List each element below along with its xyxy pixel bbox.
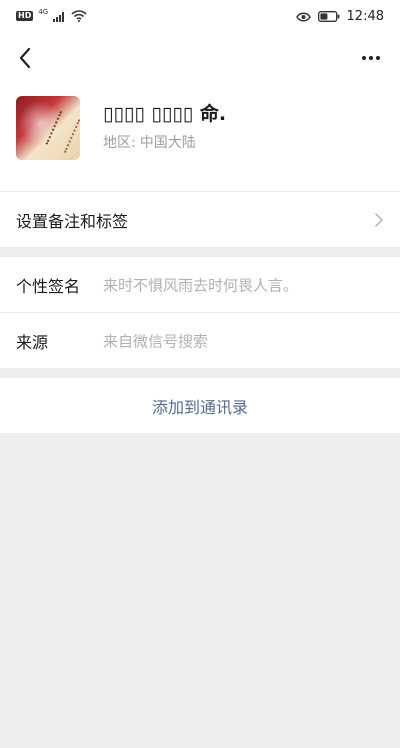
status-time: 12:48 (346, 8, 384, 24)
add-contact-label: 添加到通讯录 (151, 397, 248, 417)
signature-row: 个性签名 来时不惧风雨去时何畏人言。 (0, 257, 400, 312)
region-label: 地区: (103, 135, 136, 151)
signature-label: 个性签名 (16, 276, 81, 296)
chevron-right-icon (374, 212, 384, 228)
add-contact-button[interactable]: 添加到通讯录 (0, 378, 400, 433)
profile-card: ▯▯▯▯ ▯▯▯▯ 命. 地区: 中国大陆 (0, 84, 400, 191)
navigation-bar (0, 32, 400, 84)
status-left-cluster: HD 4G (16, 7, 87, 25)
profile-region: 地区: 中国大陆 (103, 132, 196, 152)
remark-tags-row[interactable]: 设置备注和标签 (0, 192, 400, 247)
network-type-label: 4G (38, 8, 49, 16)
status-bar: HD 4G 12:48 (0, 0, 400, 32)
profile-name: ▯▯▯▯ ▯▯▯▯ 命. (103, 103, 227, 125)
hd-badge: HD (16, 11, 34, 21)
eye-comfort-icon (295, 7, 311, 26)
remark-tags-label: 设置备注和标签 (16, 211, 129, 231)
status-right-cluster: 12:48 (295, 6, 384, 26)
region-value: 中国大陆 (139, 135, 196, 151)
signal-icon (53, 7, 66, 26)
source-label: 来源 (16, 332, 49, 352)
back-icon[interactable] (12, 45, 38, 71)
signature-value: 来时不惧风雨去时何畏人言。 (103, 276, 299, 294)
wifi-icon (71, 7, 87, 26)
source-row: 来源 来自微信号搜索 (0, 313, 400, 368)
avatar[interactable] (16, 96, 80, 160)
battery-icon (317, 7, 340, 26)
more-options-icon[interactable] (358, 45, 384, 71)
source-value: 来自微信号搜索 (103, 332, 209, 350)
